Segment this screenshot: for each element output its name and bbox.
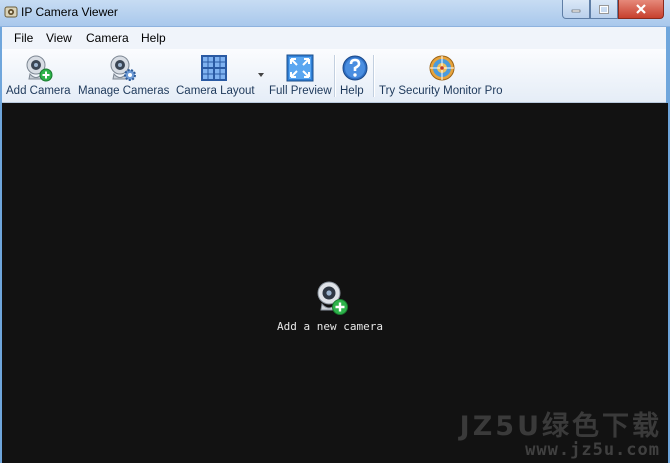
menu-help[interactable]: Help [141,31,166,45]
menu-file[interactable]: File [14,31,33,45]
camera-layout-label: Camera Layout [176,85,255,97]
maximize-icon [599,4,609,14]
toolbar: Add Camera Manage Cameras Camera Layout … [2,49,666,103]
full-preview-label: Full Preview [269,85,332,97]
help-button[interactable]: Help [337,49,371,102]
manage-cameras-button[interactable]: Manage Cameras [76,49,170,102]
grid-layout-icon [201,55,227,81]
window-controls [562,0,664,19]
app-logo-icon [4,6,18,18]
webcam-add-icon [26,55,53,82]
add-new-camera-link[interactable]: Add a new camera [277,320,383,333]
full-preview-button[interactable]: Full Preview [266,49,332,102]
fullscreen-icon [286,54,314,82]
toolbar-separator [334,55,336,97]
manage-cameras-label: Manage Cameras [78,85,170,97]
help-icon [342,55,368,81]
webcam-gear-icon [110,55,136,81]
add-camera-label: Add Camera [6,85,71,97]
security-monitor-icon [429,55,455,81]
try-security-monitor-pro-label: Try Security Monitor Pro [379,85,503,97]
menu-bar: File View Camera Help [2,27,666,49]
chevron-down-icon[interactable] [258,73,264,77]
camera-layout-button[interactable]: Camera Layout [172,49,264,102]
menu-view[interactable]: View [46,31,72,45]
watermark-logo: JZ5U绿色下载 [459,411,662,442]
toolbar-separator [373,55,375,97]
minimize-icon [571,9,581,13]
maximize-button[interactable] [590,0,618,19]
menu-camera[interactable]: Camera [86,31,129,45]
add-camera-button[interactable]: Add Camera [4,49,72,102]
help-label: Help [340,85,364,97]
add-camera-center-icon[interactable] [313,280,349,316]
title-bar[interactable]: IP Camera Viewer [0,0,670,27]
app-window: IP Camera Viewer File View Camera Help A… [0,0,670,463]
try-security-monitor-pro-button[interactable]: Try Security Monitor Pro [376,49,504,102]
close-button[interactable] [618,0,664,19]
close-icon [636,4,646,14]
watermark-url: www.jz5u.com [525,440,660,460]
minimize-button[interactable] [562,0,590,19]
window-title: IP Camera Viewer [21,5,118,19]
